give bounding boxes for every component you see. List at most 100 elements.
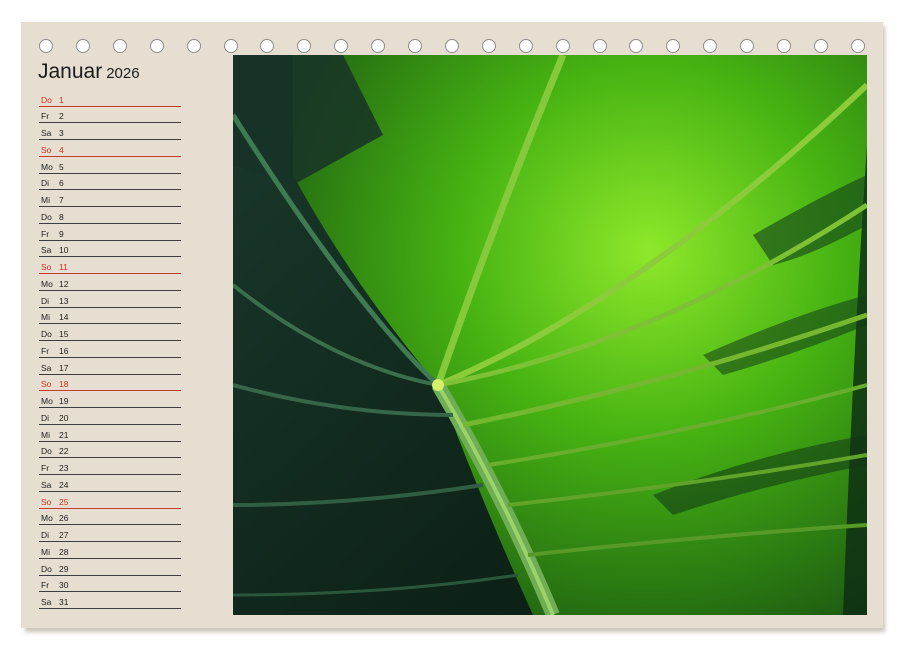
day-row: Mi 14 <box>39 309 181 325</box>
day-row: Mo 12 <box>39 275 181 291</box>
weekday-label: So <box>41 379 52 390</box>
weekday-label: Do <box>41 563 52 574</box>
weekday-label: Di <box>41 178 50 189</box>
binding-ring <box>481 39 496 53</box>
day-number: 6 <box>59 178 64 189</box>
day-number: 20 <box>59 412 69 423</box>
weekday-label: So <box>41 496 52 507</box>
day-number: 14 <box>59 312 69 323</box>
day-list: Do 1 Fr 2 Sa 3 So 4 Mo 5 Di 6 Mi 7 Do 8 Fr 9 Sa 10 So 11 Mo 12 D… <box>39 91 181 610</box>
day-row: Do 22 <box>39 443 181 459</box>
weekday-label: Mi <box>41 429 50 440</box>
binding-ring <box>334 39 349 53</box>
weekday-label: Sa <box>41 245 52 256</box>
binding-ring <box>666 39 681 53</box>
binding-ring <box>75 39 90 53</box>
day-number: 2 <box>59 111 64 122</box>
weekday-label: Fr <box>41 463 50 474</box>
day-row: Fr 2 <box>39 108 181 124</box>
binding-ring <box>629 39 644 53</box>
binding-ring <box>149 39 164 53</box>
day-number: 16 <box>59 345 69 356</box>
binding-ring <box>518 39 533 53</box>
binding-ring <box>408 39 422 53</box>
day-row: Do 15 <box>39 326 181 342</box>
day-row: Fr 30 <box>39 577 181 593</box>
binding-ring <box>39 39 53 53</box>
weekday-label: Fr <box>41 228 50 239</box>
binding-ring <box>371 39 386 53</box>
binding-ring <box>444 39 459 53</box>
day-number: 4 <box>59 144 64 155</box>
month-year: 2026 <box>106 65 140 82</box>
day-row: Fr 16 <box>39 342 181 358</box>
day-row: Sa 3 <box>39 125 181 141</box>
weekday-label: Di <box>41 295 50 306</box>
binding-ring <box>777 39 791 53</box>
binding-ring <box>223 39 238 53</box>
day-row: Mo 19 <box>39 393 181 409</box>
day-number: 3 <box>59 128 64 139</box>
weekday-label: Do <box>41 94 52 105</box>
weekday-label: Do <box>41 211 52 222</box>
day-number: 10 <box>59 245 69 256</box>
day-number: 5 <box>59 161 64 172</box>
binding-ring <box>555 39 570 53</box>
binding-ring <box>186 39 201 53</box>
weekday-label: Mo <box>41 513 53 524</box>
binding-ring <box>297 39 312 53</box>
day-number: 7 <box>59 195 64 206</box>
day-number: 26 <box>59 513 69 524</box>
month-name: Januar <box>38 60 103 83</box>
weekday-label: Sa <box>41 128 52 139</box>
day-row: Sa 17 <box>39 359 181 375</box>
weekday-label: Do <box>41 446 52 457</box>
binding-rings <box>0 0 902 60</box>
day-row: Di 13 <box>39 292 181 308</box>
weekday-label: Do <box>41 329 52 340</box>
day-row: So 18 <box>39 376 181 392</box>
day-row: Sa 24 <box>39 476 181 492</box>
day-row: Di 6 <box>39 175 181 191</box>
day-number: 22 <box>59 446 69 457</box>
day-number: 1 <box>59 94 64 105</box>
weekday-label: Mo <box>41 278 53 289</box>
day-row: Fr 23 <box>39 460 181 476</box>
binding-ring <box>112 39 127 53</box>
weekday-label: Sa <box>41 362 52 373</box>
day-number: 28 <box>59 546 69 557</box>
day-row: Di 20 <box>39 409 181 425</box>
day-number: 30 <box>59 580 69 591</box>
weekday-label: Mi <box>41 312 50 323</box>
weekday-label: Fr <box>41 345 50 356</box>
day-row: So 4 <box>39 141 181 157</box>
binding-ring <box>740 39 755 53</box>
day-row: Fr 9 <box>39 225 181 241</box>
weekday-label: Sa <box>41 479 52 490</box>
day-row: Mo 5 <box>39 158 181 174</box>
weekday-label: Mi <box>41 546 50 557</box>
weekday-label: Di <box>41 530 50 541</box>
day-number: 13 <box>59 295 69 306</box>
day-number: 31 <box>59 597 69 608</box>
day-row: Mo 26 <box>39 510 181 526</box>
day-number: 23 <box>59 463 69 474</box>
day-number: 9 <box>59 228 64 239</box>
day-row: Di 27 <box>39 527 181 543</box>
day-row: Mi 7 <box>39 192 181 208</box>
weekday-label: Fr <box>41 111 50 122</box>
day-number: 29 <box>59 563 69 574</box>
day-number: 15 <box>59 329 69 340</box>
month-title: Januar 2026 <box>38 60 140 84</box>
day-row: Mi 28 <box>39 543 181 559</box>
weekday-label: Mo <box>41 161 53 172</box>
weekday-label: So <box>41 262 52 273</box>
binding-ring <box>260 39 275 53</box>
leaf-photo <box>233 55 867 615</box>
day-row: Do 29 <box>39 560 181 576</box>
day-row: Mi 21 <box>39 426 181 442</box>
day-number: 19 <box>59 396 69 407</box>
weekday-label: Di <box>41 412 50 423</box>
green-leaf-icon <box>233 55 867 615</box>
day-row: Do 1 <box>39 91 181 107</box>
